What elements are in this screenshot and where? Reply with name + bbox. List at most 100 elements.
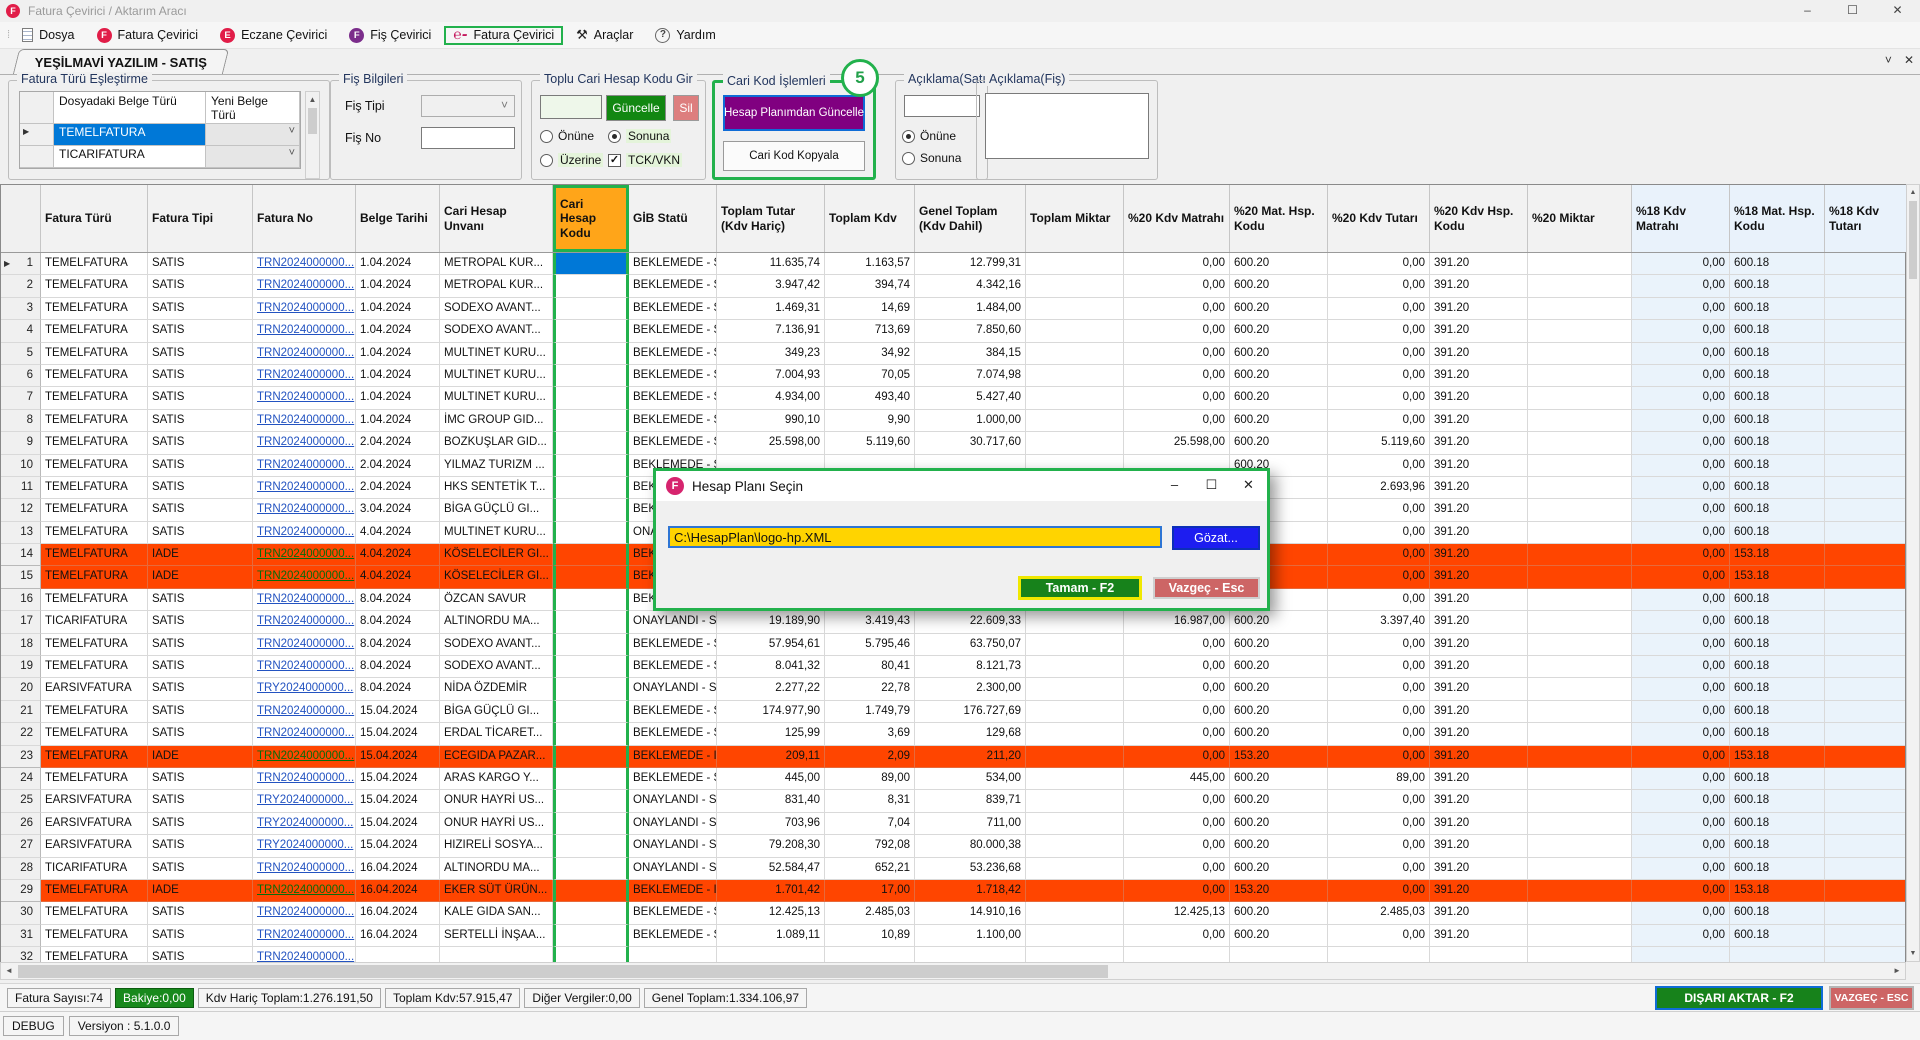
cell-cari-hesap-unvani[interactable]: MULTINET KURU...: [440, 522, 553, 544]
cell-kdv20-matrahi[interactable]: 0,00: [1124, 813, 1230, 835]
cell-toplam-miktar[interactable]: [1026, 634, 1124, 656]
cell-kdv20-tutari[interactable]: 0,00: [1328, 634, 1430, 656]
cell-cari-hesap-unvani[interactable]: HIZIRELİ SOSYA...: [440, 835, 553, 857]
cell-mat20-hsp-kodu[interactable]: 600.20: [1230, 253, 1328, 275]
cell-rownum[interactable]: 21: [1, 701, 41, 723]
cell-kdv20-tutari[interactable]: 0,00: [1328, 858, 1430, 880]
cell-fatura-turu[interactable]: TEMELFATURA: [41, 320, 148, 342]
cell-cari-hesap-unvani[interactable]: SODEXO AVANT...: [440, 320, 553, 342]
cell-cari-hesap-kodu[interactable]: [553, 522, 629, 544]
cell-fatura-tipi[interactable]: SATIS: [148, 790, 253, 812]
cell-fatura-turu[interactable]: TEMELFATURA: [41, 544, 148, 566]
table-row[interactable]: 27EARSIVFATURASATISTRY2024000000...15.04…: [1, 835, 1905, 857]
cell-kdv18-matrahi[interactable]: 0,00: [1632, 387, 1730, 409]
cell-kdv20-hsp-kodu[interactable]: 391.20: [1430, 455, 1528, 477]
cell-cari-hesap-kodu[interactable]: [553, 947, 629, 962]
cell-fatura-tipi[interactable]: SATIS: [148, 455, 253, 477]
cell-miktar20[interactable]: [1528, 387, 1632, 409]
cell-fatura-turu[interactable]: TEMELFATURA: [41, 455, 148, 477]
cell-toplam-tutar[interactable]: 1.089,11: [717, 925, 825, 947]
cell-kdv20-tutari[interactable]: 0,00: [1328, 813, 1430, 835]
cell-cari-hesap-kodu[interactable]: [553, 566, 629, 588]
cell-cari-hesap-unvani[interactable]: ALTINORDU MA...: [440, 611, 553, 633]
cell-fatura-turu[interactable]: EARSIVFATURA: [41, 835, 148, 857]
cell-rownum[interactable]: 9: [1, 432, 41, 454]
cell-gib-statu[interactable]: BEKLEMEDE - SA...: [629, 275, 717, 297]
cell-kdv20-tutari[interactable]: 2.693,96: [1328, 477, 1430, 499]
cell-kdv20-tutari[interactable]: 0,00: [1328, 589, 1430, 611]
cell-toplam-tutar[interactable]: 79.208,30: [717, 835, 825, 857]
cell-mat18-hsp-kodu[interactable]: 600.18: [1730, 611, 1825, 633]
cell-fatura-tipi[interactable]: SATIS: [148, 298, 253, 320]
cell-toplam-miktar[interactable]: [1026, 320, 1124, 342]
cell-toplam-miktar[interactable]: [1026, 343, 1124, 365]
cell-mat18-hsp-kodu[interactable]: 600.18: [1730, 656, 1825, 678]
fatura-no-link[interactable]: TRN2024000000...: [257, 324, 354, 336]
cell-kdv20-hsp-kodu[interactable]: 391.20: [1430, 835, 1528, 857]
cell-cari-hesap-unvani[interactable]: BİGA GÜÇLÜ GI...: [440, 499, 553, 521]
column-header-cari-hesap-unvani[interactable]: Cari Hesap Unvanı: [440, 185, 553, 252]
cell-kdv20-matrahi[interactable]: [1124, 947, 1230, 962]
cell-toplam-kdv[interactable]: 1.749,79: [825, 701, 915, 723]
cell-fatura-turu[interactable]: TEMELFATURA: [41, 253, 148, 275]
cell-kdv20-tutari[interactable]: 0,00: [1328, 790, 1430, 812]
fis-tipi-dropdown[interactable]: [421, 95, 515, 117]
cell-kdv18-tutari[interactable]: [1825, 835, 1905, 857]
fatura-no-link[interactable]: TRN2024000000...: [257, 570, 354, 582]
column-header-toplam-tutar[interactable]: Toplam Tutar (Kdv Hariç): [717, 185, 825, 252]
scroll-up-icon[interactable]: ▲: [1907, 185, 1919, 200]
cell-cari-hesap-unvani[interactable]: ERDAL TİCARET...: [440, 723, 553, 745]
cell-rownum[interactable]: 12: [1, 499, 41, 521]
tab-yesilmavi-yazilim-satis[interactable]: YEŞİLMAVİ YAZILIM - SATIŞ: [13, 49, 229, 74]
cell-mat18-hsp-kodu[interactable]: 600.18: [1730, 678, 1825, 700]
fis-no-input[interactable]: [421, 127, 515, 149]
fatura-no-link[interactable]: TRN2024000000...: [257, 503, 354, 515]
cell-kdv20-hsp-kodu[interactable]: 391.20: [1430, 768, 1528, 790]
cell-kdv20-matrahi[interactable]: 0,00: [1124, 387, 1230, 409]
cell-toplam-kdv[interactable]: 5.119,60: [825, 432, 915, 454]
cell-genel-toplam[interactable]: 63.750,07: [915, 634, 1026, 656]
cell-kdv20-matrahi[interactable]: 12.425,13: [1124, 902, 1230, 924]
cell-mat18-hsp-kodu[interactable]: 600.18: [1730, 522, 1825, 544]
cell-rownum[interactable]: 8: [1, 410, 41, 432]
cell-cari-hesap-kodu[interactable]: [553, 298, 629, 320]
cell-belge-tarihi[interactable]: 1.04.2024: [356, 365, 440, 387]
cell-cari-hesap-kodu[interactable]: [553, 656, 629, 678]
scroll-right-icon[interactable]: ►: [1889, 963, 1905, 979]
vazgec-esc-button[interactable]: VAZGEÇ - ESC: [1829, 986, 1914, 1010]
cell-mat20-hsp-kodu[interactable]: 600.20: [1230, 656, 1328, 678]
table-row[interactable]: 20EARSIVFATURASATISTRY2024000000...8.04.…: [1, 678, 1905, 700]
cell-toplam-tutar[interactable]: 209,11: [717, 746, 825, 768]
dialog-maximize-icon[interactable]: ☐: [1193, 471, 1230, 501]
cell-cari-hesap-kodu[interactable]: [553, 746, 629, 768]
cell-genel-toplam[interactable]: 1.484,00: [915, 298, 1026, 320]
fatura-no-link[interactable]: TRN2024000000...: [257, 414, 354, 426]
cell-fatura-no[interactable]: TRN2024000000...: [253, 925, 356, 947]
cell-miktar20[interactable]: [1528, 320, 1632, 342]
cell-toplam-kdv[interactable]: 3,69: [825, 723, 915, 745]
cell-cari-hesap-unvani[interactable]: KALE GIDA SAN...: [440, 902, 553, 924]
cell-rownum[interactable]: 16: [1, 589, 41, 611]
cell-mat18-hsp-kodu[interactable]: 600.18: [1730, 253, 1825, 275]
cell-kdv18-matrahi[interactable]: 0,00: [1632, 275, 1730, 297]
cell-gib-statu[interactable]: BEKLEMEDE - SA...: [629, 723, 717, 745]
chevron-down-icon[interactable]: ˅: [1885, 53, 1892, 67]
cell-fatura-no[interactable]: TRN2024000000...: [253, 432, 356, 454]
cell-fatura-no[interactable]: TRN2024000000...: [253, 253, 356, 275]
cell-toplam-tutar[interactable]: 990,10: [717, 410, 825, 432]
cell-kdv20-tutari[interactable]: 0,00: [1328, 544, 1430, 566]
cell-fatura-tipi[interactable]: SATIS: [148, 858, 253, 880]
vazgec-button[interactable]: Vazgeç - Esc: [1153, 577, 1260, 599]
cell-kdv20-tutari[interactable]: 0,00: [1328, 387, 1430, 409]
cell-mat18-hsp-kodu[interactable]: 600.18: [1730, 477, 1825, 499]
cell-fatura-turu[interactable]: TICARIFATURA: [41, 611, 148, 633]
cell-toplam-miktar[interactable]: [1026, 746, 1124, 768]
toplu-cari-kod-input[interactable]: [540, 95, 602, 119]
cell-genel-toplam[interactable]: [915, 947, 1026, 962]
cell-miktar20[interactable]: [1528, 365, 1632, 387]
cell-fatura-no[interactable]: TRN2024000000...: [253, 522, 356, 544]
cell-rownum[interactable]: 29: [1, 880, 41, 902]
cell-fatura-turu[interactable]: TEMELFATURA: [41, 499, 148, 521]
cell-rownum[interactable]: 18: [1, 634, 41, 656]
fatura-no-link[interactable]: TRN2024000000...: [257, 750, 354, 762]
